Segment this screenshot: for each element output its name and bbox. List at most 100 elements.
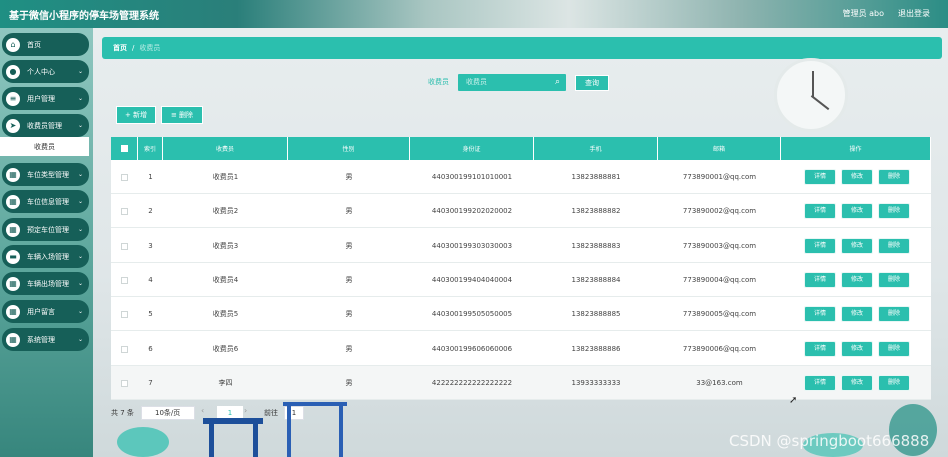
cell-phone: 13823888881 (571, 173, 621, 181)
breadcrumb-home[interactable]: 首页 (113, 43, 127, 53)
row-checkbox[interactable] (111, 194, 138, 228)
edit-button[interactable]: 修改 (841, 375, 873, 391)
cell-email: 773890003@qq.com (682, 242, 757, 250)
page-size-select[interactable]: 10条/页 (141, 406, 195, 420)
row-checkbox[interactable] (111, 229, 138, 263)
sidebar-item-8[interactable]: ▦ 车辆出场管理 ⌄ (2, 272, 89, 295)
chevron-down-icon: ⌄ (77, 95, 83, 102)
column-header: 手机 (534, 137, 658, 160)
chevron-down-icon: ⌄ (77, 336, 83, 343)
cell-gender: 男 (345, 379, 353, 387)
sidebar-item-label: 用户留言 (27, 307, 55, 316)
trash-icon: ≡ (170, 111, 180, 119)
delete-row-button[interactable]: 删除 (878, 306, 910, 322)
list-icon: ≡ (6, 91, 20, 106)
cell-email: 773890004@qq.com (682, 276, 757, 284)
row-checkbox[interactable] (111, 366, 138, 400)
row-checkbox[interactable] (111, 297, 138, 331)
cell-phone: 13823888883 (571, 242, 621, 250)
chevron-down-icon: ⌄ (77, 171, 83, 178)
delete-row-button[interactable]: 删除 (878, 341, 910, 357)
sidebar-item-label: 车辆入场管理 (27, 252, 69, 261)
detail-button[interactable]: 详情 (804, 169, 836, 185)
detail-button[interactable]: 详情 (804, 341, 836, 357)
sidebar-item-5[interactable]: ▦ 车位信息管理 ⌄ (2, 190, 89, 213)
sidebar-item-0[interactable]: ⌂ 首页 (2, 33, 89, 56)
sidebar-item-9[interactable]: ▦ 用户留言 ⌄ (2, 300, 89, 323)
table-row: 3 收费员3 男 440300199303030003 13823888883 77389… (111, 229, 931, 263)
detail-button[interactable]: 详情 (804, 306, 836, 322)
user-icon: ● (6, 64, 20, 79)
detail-button[interactable]: 详情 (804, 203, 836, 219)
detail-button[interactable]: 详情 (804, 238, 836, 254)
sidebar-item-4[interactable]: ▦ 车位类型管理 ⌄ (2, 163, 89, 186)
cell-gender: 男 (345, 276, 353, 284)
sidebar-item-3[interactable]: ➤ 收费员管理 ⌄ (2, 114, 89, 137)
cell-gender: 男 (345, 242, 353, 250)
delete-row-button[interactable]: 删除 (878, 203, 910, 219)
cell-email: 33@163.com (696, 379, 743, 387)
table-row: 2 收费员2 男 440300199202020002 13823888882 77389… (111, 194, 931, 228)
cell-email: 773890006@qq.com (682, 345, 757, 353)
edit-button[interactable]: 修改 (841, 169, 873, 185)
sidebar-item-7[interactable]: ▬ 车辆入场管理 ⌄ (2, 245, 89, 268)
edit-button[interactable]: 修改 (841, 341, 873, 357)
logout-link[interactable]: 退出登录 (898, 8, 930, 19)
prev-page-button[interactable]: ‹ (201, 406, 204, 415)
mouse-cursor-icon: ➚ (789, 395, 798, 406)
sidebar-item-1[interactable]: ● 个人中心 ⌄ (2, 60, 89, 83)
row-checkbox[interactable] (111, 263, 138, 297)
edit-button[interactable]: 修改 (841, 203, 873, 219)
cell-id_card: 440300199606060006 (431, 345, 513, 353)
sidebar-item-6[interactable]: ▦ 预定车位管理 ⌄ (2, 218, 89, 241)
sidebar-item-label: 首页 (27, 40, 41, 49)
table-header: 索引 收费员 性别 身份证 手机 邮箱 操作 (111, 137, 931, 160)
delete-row-button[interactable]: 删除 (878, 169, 910, 185)
sidebar-item-2[interactable]: ≡ 用户管理 ⌄ (2, 87, 89, 110)
cell-id_card: 440300199404040004 (431, 276, 513, 284)
chevron-down-icon: ⌄ (77, 68, 83, 75)
cell-phone: 13823888885 (571, 310, 621, 318)
cell-name: 李四 (218, 379, 233, 387)
page-number-current[interactable]: 1 (217, 406, 243, 420)
add-button[interactable]: + 新增 (116, 106, 156, 124)
search-input[interactable] (458, 74, 566, 91)
chevron-down-icon: ⌄ (77, 122, 83, 129)
sidebar-item-10[interactable]: ▦ 系统管理 ⌄ (2, 328, 89, 351)
cell-email: 773890005@qq.com (682, 310, 757, 318)
sidebar-item-label: 个人中心 (27, 67, 55, 76)
column-header: 性别 (288, 137, 410, 160)
top-bar: 基于微信小程序的停车场管理系统 管理员 abo 退出登录 (0, 0, 948, 28)
select-all-checkbox[interactable] (111, 137, 138, 160)
chevron-down-icon: ⌄ (77, 280, 83, 287)
cell-index: 4 (148, 276, 153, 284)
sidebar-item-label: 用户管理 (27, 94, 55, 103)
cell-name: 收费员6 (212, 345, 239, 353)
grid-icon: ▦ (6, 222, 20, 237)
edit-button[interactable]: 修改 (841, 272, 873, 288)
chevron-down-icon: ⌄ (77, 198, 83, 205)
breadcrumb: 首页 / 收费员 (102, 37, 942, 59)
row-checkbox[interactable] (111, 332, 138, 366)
delete-row-button[interactable]: 删除 (878, 272, 910, 288)
detail-button[interactable]: 详情 (804, 375, 836, 391)
search-icon: ⌕ (555, 77, 561, 87)
detail-button[interactable]: 详情 (804, 272, 836, 288)
sidebar-subitem-toll-collector[interactable]: 收费员 (0, 137, 89, 156)
edit-button[interactable]: 修改 (841, 238, 873, 254)
cell-index: 3 (148, 242, 153, 250)
table-row: 1 收费员1 男 440300199101010001 13823888881 77389… (111, 160, 931, 194)
goto-page-input[interactable]: 1 (284, 406, 304, 420)
column-header: 操作 (781, 137, 931, 160)
chevron-down-icon: ⌄ (77, 308, 83, 315)
delete-row-button[interactable]: 删除 (878, 238, 910, 254)
edit-button[interactable]: 修改 (841, 306, 873, 322)
next-page-button[interactable]: › (244, 406, 247, 415)
sidebar-item-label: 系统管理 (27, 335, 55, 344)
grid-icon: ▦ (6, 167, 20, 182)
delete-row-button[interactable]: 删除 (878, 375, 910, 391)
delete-button[interactable]: ≡ 删除 (161, 106, 203, 124)
row-checkbox[interactable] (111, 160, 138, 194)
search-button[interactable]: 查询 (575, 75, 609, 91)
breadcrumb-separator: / (132, 44, 135, 52)
